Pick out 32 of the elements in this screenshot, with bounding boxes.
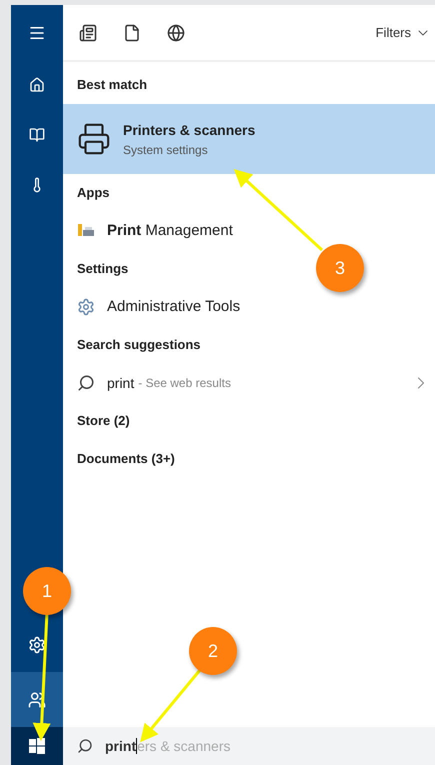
result-title: Printers & scanners bbox=[123, 120, 256, 140]
windows-icon bbox=[29, 738, 45, 754]
result-title: print bbox=[107, 374, 134, 393]
section-heading: Settings bbox=[77, 260, 128, 278]
section-heading: Search suggestions bbox=[77, 336, 201, 354]
result-subtitle: System settings bbox=[123, 142, 209, 158]
printer-icon bbox=[77, 122, 111, 156]
result-title: Administrative Tools bbox=[107, 296, 240, 317]
section-heading: Store (2) bbox=[77, 412, 130, 430]
book-icon bbox=[29, 127, 45, 143]
start-button[interactable] bbox=[11, 727, 63, 765]
filters-button[interactable]: Filters bbox=[376, 22, 431, 42]
result-item[interactable]: Printers & scanners System settings bbox=[63, 104, 435, 174]
search-icon bbox=[77, 738, 93, 754]
document-icon[interactable] bbox=[123, 24, 141, 42]
gear-icon bbox=[77, 298, 95, 316]
search-value: print bbox=[105, 738, 138, 754]
result-title: Print Management bbox=[107, 220, 233, 241]
search-icon bbox=[77, 374, 95, 392]
home-icon bbox=[29, 77, 45, 93]
search-field[interactable]: printers & scanners bbox=[63, 727, 435, 765]
printer-icon bbox=[77, 223, 95, 239]
people-icon bbox=[28, 690, 46, 708]
globe-icon[interactable] bbox=[167, 24, 185, 42]
newspaper-icon[interactable] bbox=[79, 24, 97, 42]
section-heading: Documents (3+) bbox=[77, 450, 175, 468]
settings-icon bbox=[28, 636, 46, 654]
section-heading: Apps bbox=[77, 184, 110, 202]
section-heading: Best match bbox=[77, 76, 148, 94]
result-subtitle: - See web results bbox=[138, 375, 231, 392]
people-button[interactable] bbox=[11, 672, 63, 727]
search-completion: ers & scanners bbox=[137, 738, 230, 754]
